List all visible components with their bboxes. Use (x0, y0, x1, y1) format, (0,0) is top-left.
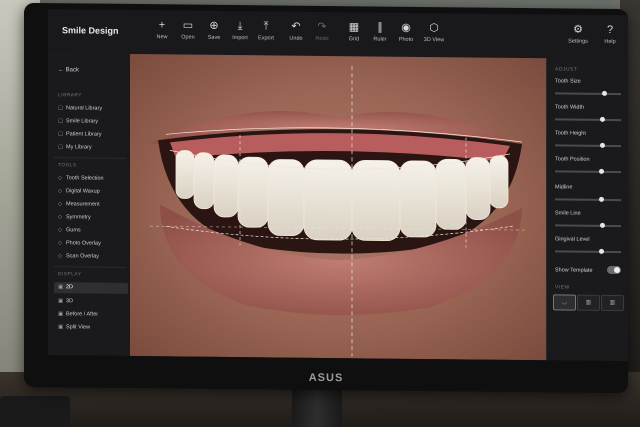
display-header: DISPLAY (58, 272, 82, 278)
cube-icon: ▣ (58, 298, 64, 305)
split-icon: ▣ (58, 324, 64, 331)
sidebar-item-digital-waxup[interactable]: ◇ Digital Waxup (54, 186, 128, 198)
tooth-width-slider[interactable] (555, 116, 621, 122)
redo-icon: ↷ (317, 20, 327, 34)
slider-handle[interactable] (598, 168, 604, 174)
tools-header: TOOLS (58, 163, 77, 169)
smile-line-label: Smile Line (555, 210, 581, 217)
sidebar-item-photo-overlay[interactable]: ◇ Photo Overlay (54, 238, 128, 250)
sidebar-item-smile-library[interactable]: ▢ Smile Library (54, 116, 128, 128)
sidebar-item-patient-library[interactable]: ▢ Patient Library (54, 129, 128, 141)
slider-handle[interactable] (598, 248, 604, 254)
sidebar-item-3d[interactable]: ▣ 3D (54, 296, 128, 308)
waxup-icon: ◇ (58, 188, 63, 195)
sidebar-item-split-view[interactable]: ▣ Split View (54, 322, 128, 334)
square-icon: ▣ (58, 284, 64, 291)
midline-slider[interactable] (555, 196, 621, 202)
tooth-size-label: Tooth Size (555, 78, 581, 85)
smile-canvas[interactable] (130, 53, 546, 361)
desk-device (0, 396, 70, 427)
show-template-label: Show Template (555, 267, 593, 274)
sidebar-item-before-after[interactable]: ▣ Before / After (54, 309, 128, 321)
screen: Smile Design + New ▭ Open ⊕ Save ⤓ Impor… (48, 9, 628, 362)
slider-handle[interactable] (600, 222, 606, 228)
folder-icon: ▢ (58, 105, 64, 112)
ruler-icon: ◇ (58, 201, 63, 208)
help-button[interactable]: ? Help (592, 23, 628, 45)
divider (54, 157, 126, 159)
sidebar-item-measurement[interactable]: ◇ Measurement (54, 199, 128, 211)
photo-icon: ◇ (58, 240, 63, 247)
toolbar: Smile Design + New ▭ Open ⊕ Save ⤓ Impor… (48, 9, 628, 61)
gums-icon: ◇ (58, 227, 63, 234)
smile-front-icon: ◡ (561, 299, 568, 306)
symmetry-icon: ◇ (58, 214, 63, 221)
gingival-level-slider[interactable] (555, 248, 621, 254)
view-header: VIEW (555, 284, 570, 291)
settings-button[interactable]: ⚙ Settings (560, 22, 596, 45)
folder-icon: ▢ (58, 118, 64, 125)
teeth-row-icon: ▥ (609, 299, 616, 307)
sidebar-item-natural-library[interactable]: ▢ Natural Library (54, 103, 128, 115)
cube-icon: ⬡ (429, 22, 439, 35)
view-arch-button[interactable]: ▥ (577, 294, 600, 311)
sidebar-item-scan-overlay[interactable]: ◇ Scan Overlay (54, 251, 128, 263)
tooth-position-label: Tooth Position (555, 156, 590, 163)
3d-view-button[interactable]: ⬡ 3D View (416, 21, 452, 43)
library-header: LIBRARY (58, 93, 82, 99)
compare-icon: ▣ (58, 311, 64, 318)
adjust-header: ADJUST (555, 66, 578, 73)
app-title: Smile Design (62, 25, 119, 36)
tooth-size-slider[interactable] (555, 90, 621, 96)
redo-button[interactable]: ↷ Redo (304, 20, 340, 42)
tooth-position-slider[interactable] (555, 168, 621, 174)
gingival-level-label: Gingival Level (555, 236, 590, 243)
gear-icon: ⚙ (573, 23, 583, 36)
adjust-panel: ADJUST Tooth Size Tooth Width Tooth Heig… (546, 58, 628, 362)
sidebar-item-2d[interactable]: ▣ 2D (54, 282, 128, 294)
folder-icon: ▢ (58, 131, 64, 138)
slider-handle[interactable] (602, 90, 607, 96)
arrow-left-icon: ← (58, 67, 64, 74)
tooth-icon: ◇ (58, 175, 63, 182)
slider-handle[interactable] (600, 116, 606, 122)
sidebar-item-symmetry[interactable]: ◇ Symmetry (54, 212, 128, 224)
slider-handle[interactable] (598, 196, 604, 202)
scan-icon: ◇ (58, 253, 63, 260)
tooth-height-label: Tooth Height (555, 130, 586, 137)
monitor-brand-logo: ASUS (308, 371, 344, 385)
midline-label: Midline (555, 184, 573, 191)
sidebar-item-tooth-selection[interactable]: ◇ Tooth Selection (54, 173, 128, 185)
tooth-height-slider[interactable] (555, 142, 621, 148)
monitor: Smile Design + New ▭ Open ⊕ Save ⤓ Impor… (24, 2, 628, 394)
help-icon: ? (606, 23, 614, 37)
show-template-toggle[interactable] (607, 265, 621, 275)
tooth-width-label: Tooth Width (555, 104, 585, 111)
divider (54, 266, 126, 268)
view-front-button[interactable]: ◡ (553, 294, 576, 311)
left-sidebar: ← Back LIBRARY ▢ Natural Library ▢ Smile L… (48, 53, 131, 356)
folder-icon: ▢ (58, 144, 64, 151)
teeth-arch-icon: ▥ (585, 299, 592, 306)
smile-photo (150, 66, 526, 357)
smile-line-slider[interactable] (555, 222, 621, 228)
sidebar-item-gums[interactable]: ◇ Gums (54, 225, 128, 237)
sidebar-item-my-library[interactable]: ▢ My Library (54, 142, 128, 154)
slider-handle[interactable] (600, 142, 606, 148)
view-occlusal-button[interactable]: ▥ (601, 294, 624, 312)
back-link[interactable]: ← Back (58, 67, 79, 73)
